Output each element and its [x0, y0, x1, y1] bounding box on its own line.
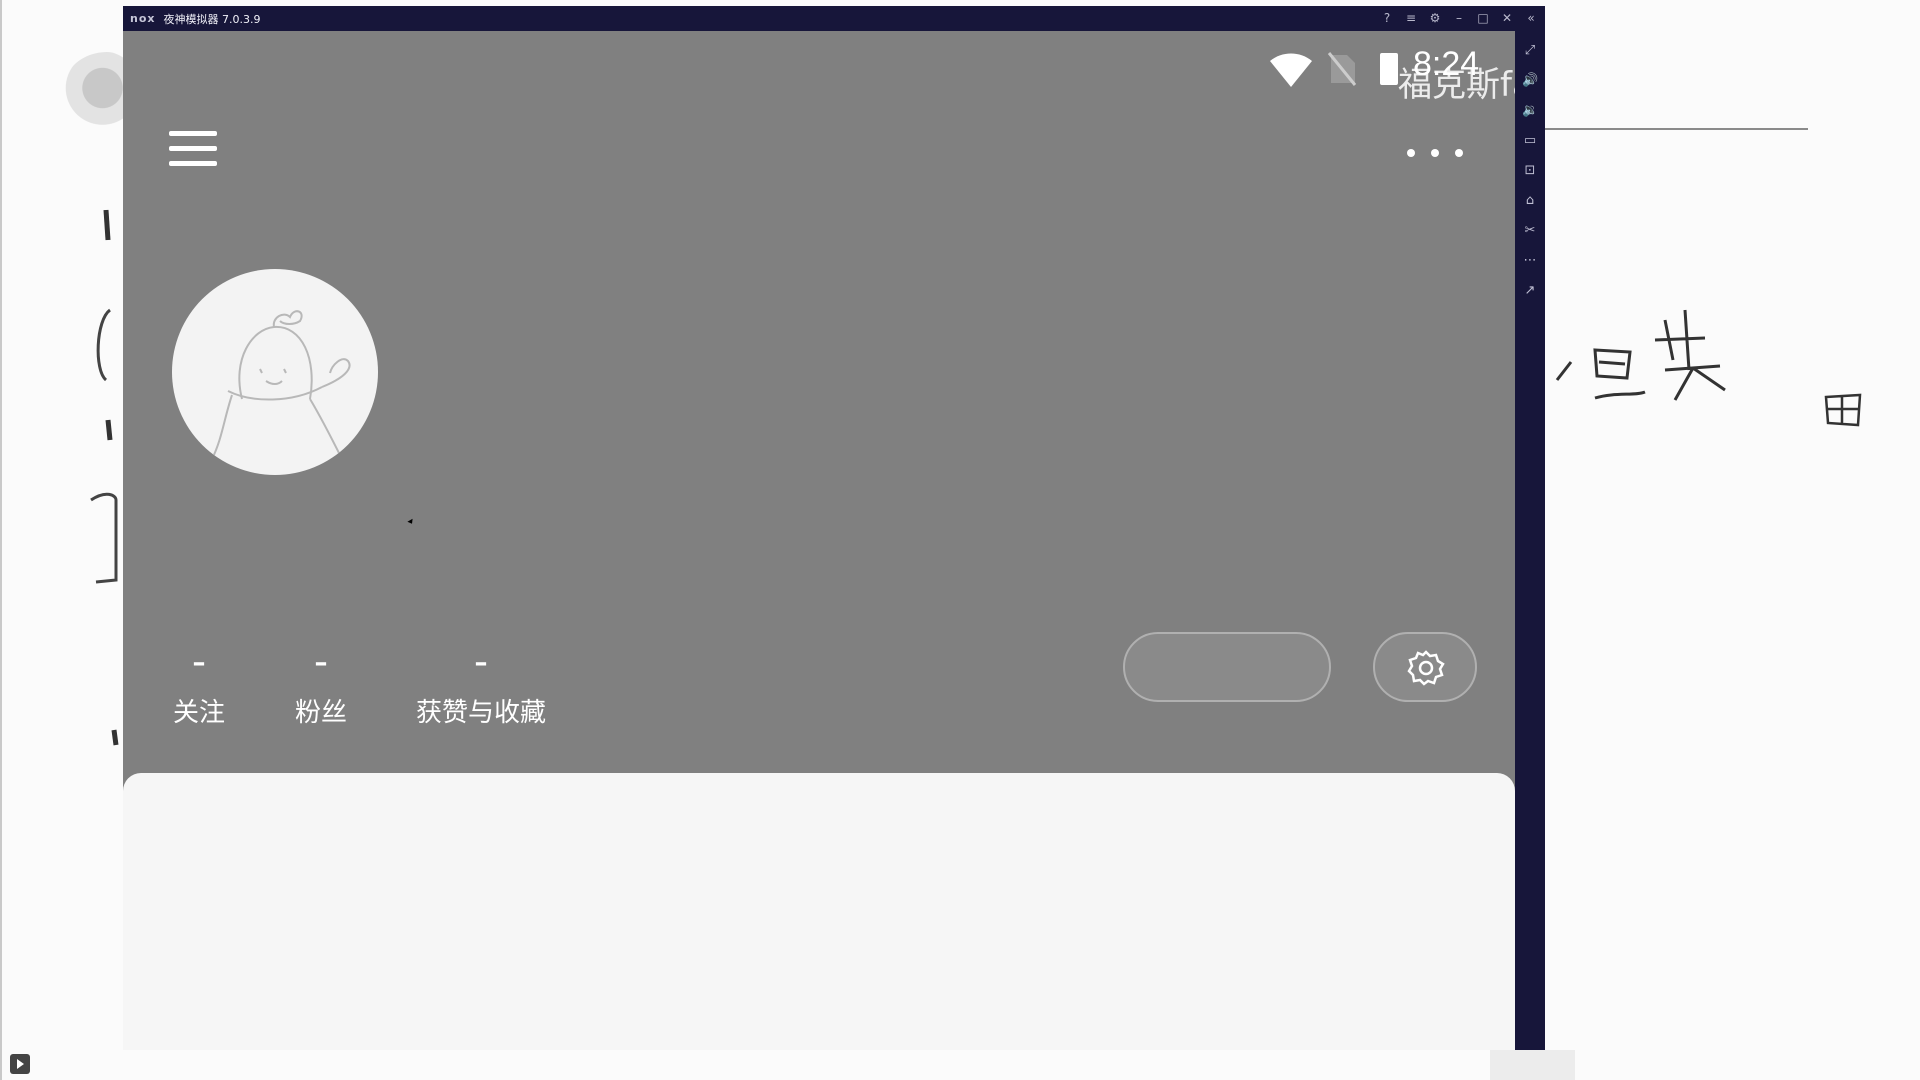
profile-content-panel — [123, 773, 1515, 1050]
screenshot-icon[interactable]: ⊡ — [1522, 163, 1538, 179]
avatar-character-illustration — [211, 310, 351, 460]
volume-up-icon[interactable]: 🔊 — [1522, 73, 1538, 89]
menu-bar-middle — [169, 146, 217, 151]
wifi-icon — [1270, 53, 1312, 87]
emulator-brand-logo: nox — [130, 12, 156, 25]
maximize-icon[interactable]: □ — [1477, 6, 1489, 31]
settings-small-icon[interactable]: ⚙ — [1429, 6, 1441, 31]
no-sim-icon — [1327, 52, 1357, 86]
emulator-sidebar: ⤢ 🔊 🔉 ▭ ⊡ ⌂ ✂ ⋯ ↗ — [1515, 31, 1545, 1050]
screen-icon[interactable]: ▭ — [1522, 133, 1538, 149]
close-icon[interactable]: ✕ — [1501, 6, 1513, 31]
volume-down-icon[interactable]: 🔉 — [1522, 103, 1538, 119]
stat-followers-value: – — [314, 648, 328, 678]
external-link-icon[interactable]: ↗ — [1522, 283, 1538, 299]
left-edge-border — [0, 0, 2, 1080]
more-dot — [1407, 149, 1415, 157]
stat-following[interactable]: – 关注 — [159, 648, 239, 729]
stat-following-value: – — [192, 648, 206, 678]
battery-icon — [1380, 53, 1398, 85]
edit-profile-button[interactable] — [1123, 632, 1331, 702]
more-dot — [1431, 149, 1439, 157]
whiteboard-handwriting-small — [1824, 393, 1862, 427]
gear-icon — [1407, 650, 1445, 686]
emulator-window: nox 夜神模拟器 7.0.3.9 ? ≡ ⚙ – □ ✕ « 8:24 福克斯… — [123, 6, 1545, 1050]
scissors-icon[interactable]: ✂ — [1522, 223, 1538, 239]
menu-bar-top — [169, 131, 217, 136]
more-dot — [1455, 149, 1463, 157]
taskbar-play-icon[interactable] — [10, 1054, 30, 1074]
emulator-titlebar: nox 夜神模拟器 7.0.3.9 ? ≡ ⚙ – □ ✕ « — [123, 6, 1545, 31]
whiteboard-underline — [1540, 128, 1808, 130]
stat-followers-label: 粉丝 — [294, 698, 347, 728]
whiteboard-left-strokes — [90, 209, 119, 746]
collapse-sidebar-icon[interactable]: « — [1525, 6, 1537, 31]
stat-following-label: 关注 — [172, 698, 225, 728]
minimize-icon[interactable]: – — [1453, 6, 1465, 31]
stat-likes-value: – — [474, 648, 488, 678]
hamburger-menu-icon[interactable] — [169, 129, 217, 169]
fullscreen-icon[interactable]: ⤢ — [1522, 43, 1538, 59]
stat-followers[interactable]: – 粉丝 — [281, 648, 361, 729]
stat-likes-label: 获赞与收藏 — [415, 698, 546, 728]
emulator-window-controls: ? ≡ ⚙ – □ ✕ « — [1381, 6, 1537, 31]
more-horizontal-icon[interactable] — [1407, 143, 1463, 163]
phone-screen: 8:24 福克斯fa — [123, 31, 1515, 1050]
emulator-title: 夜神模拟器 7.0.3.9 — [163, 12, 261, 26]
background-corner-block — [1490, 1050, 1575, 1080]
help-icon[interactable]: ? — [1381, 6, 1393, 31]
apk-install-icon[interactable]: ⌂ — [1522, 193, 1538, 209]
whiteboard-handwriting — [1555, 309, 1726, 401]
settings-button[interactable] — [1373, 632, 1477, 702]
mouse-cursor — [407, 518, 415, 526]
stat-likes-collections[interactable]: – 获赞与收藏 — [403, 648, 559, 729]
menu-lines-icon[interactable]: ≡ — [1405, 6, 1417, 31]
menu-bar-bottom — [169, 161, 217, 166]
overlay-caption: 福克斯fa — [1398, 65, 1515, 105]
profile-avatar[interactable] — [172, 269, 378, 475]
more-tools-icon[interactable]: ⋯ — [1522, 253, 1538, 269]
